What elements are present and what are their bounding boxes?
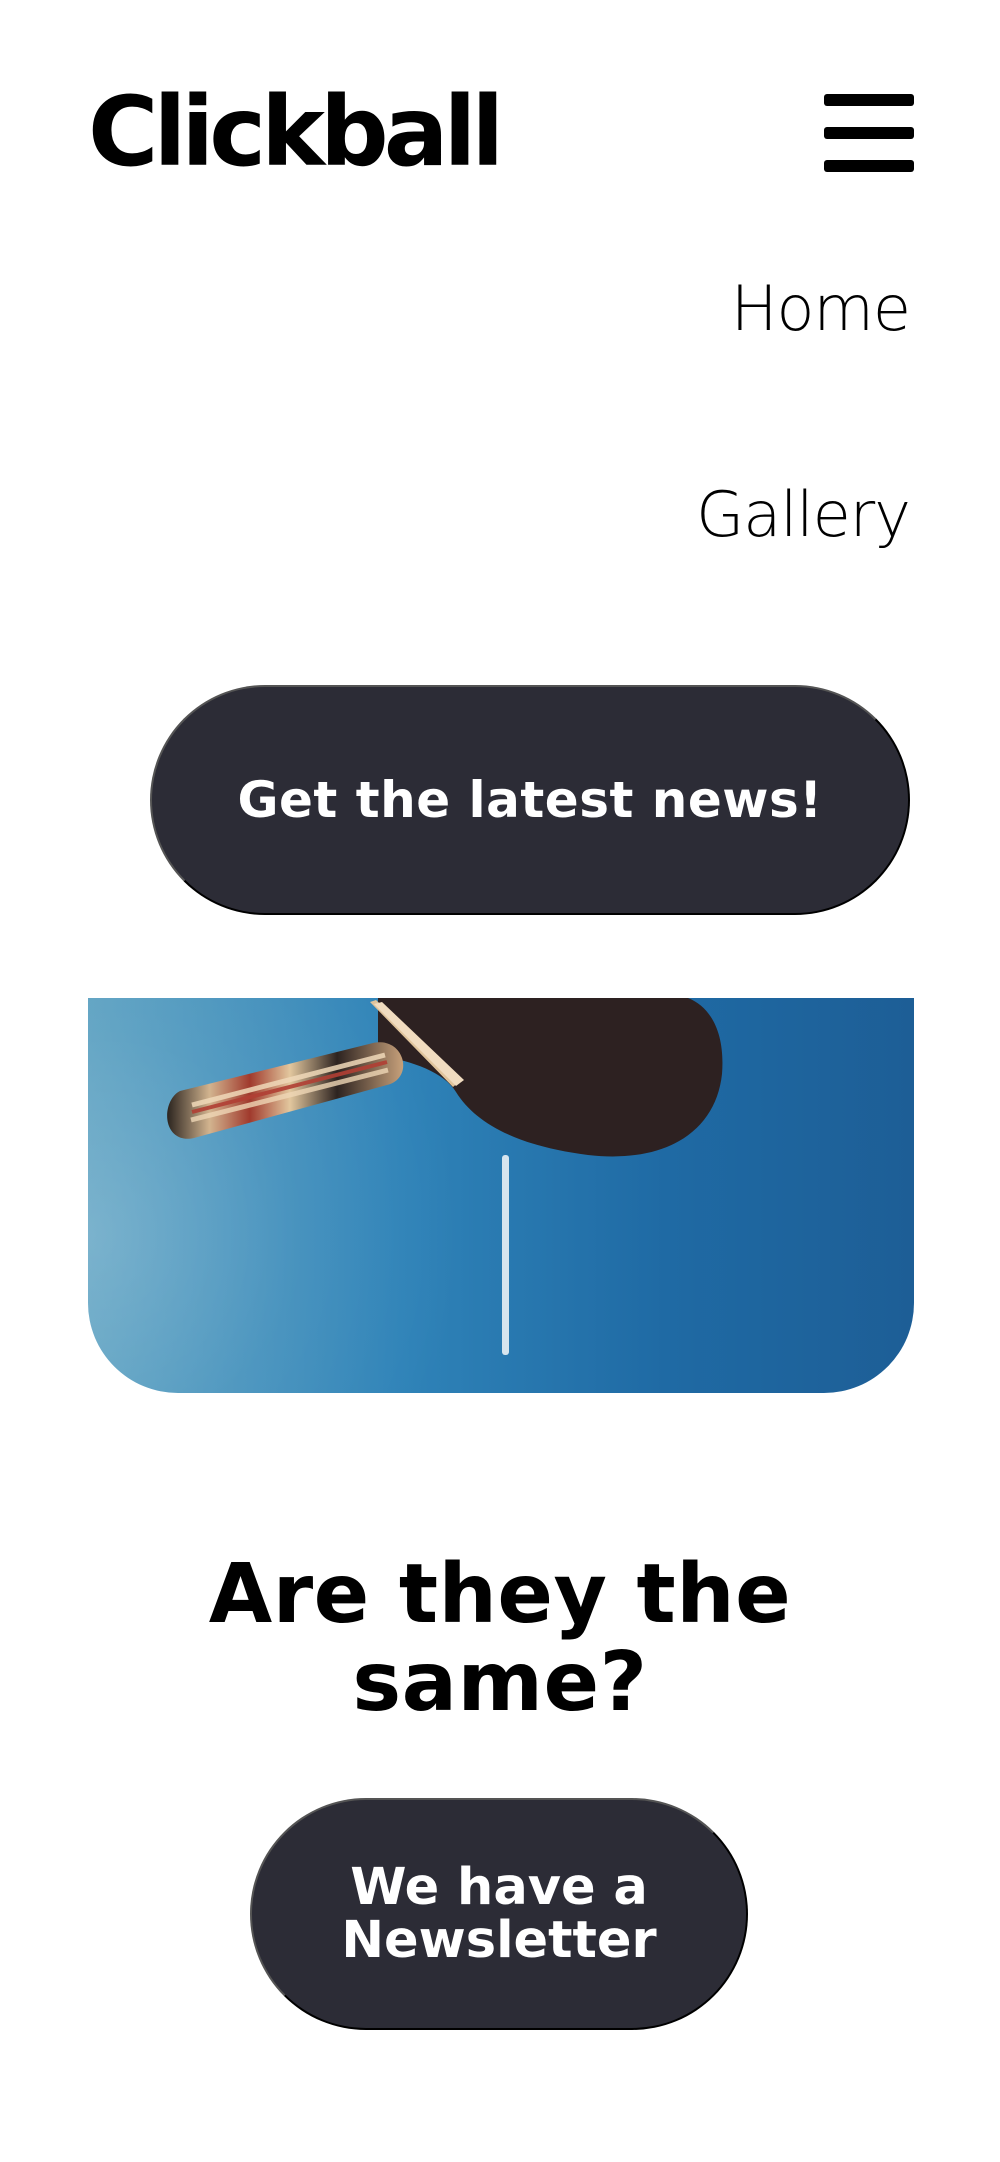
table-center-line [502, 1155, 509, 1355]
latest-news-button[interactable]: Get the latest news! [150, 685, 910, 915]
page: Clickball Home Gallery Get the latest ne… [0, 0, 1000, 2162]
hamburger-menu-icon[interactable] [824, 92, 914, 174]
hero-image [88, 998, 914, 1393]
menu-bar-middle [824, 127, 914, 139]
nav-link-home[interactable]: Home [310, 278, 911, 340]
section-headline: Are they the same? [208, 1546, 792, 1731]
menu-bar-top [824, 94, 914, 106]
main-nav: Home Gallery [310, 260, 911, 546]
nav-link-gallery[interactable]: Gallery [310, 484, 911, 546]
site-header: Clickball [88, 72, 914, 212]
newsletter-button[interactable]: We have a Newsletter [250, 1798, 748, 2030]
site-logo[interactable]: Clickball [88, 72, 504, 192]
table-tennis-paddle-image [167, 998, 723, 1157]
menu-bar-bottom [824, 160, 914, 172]
